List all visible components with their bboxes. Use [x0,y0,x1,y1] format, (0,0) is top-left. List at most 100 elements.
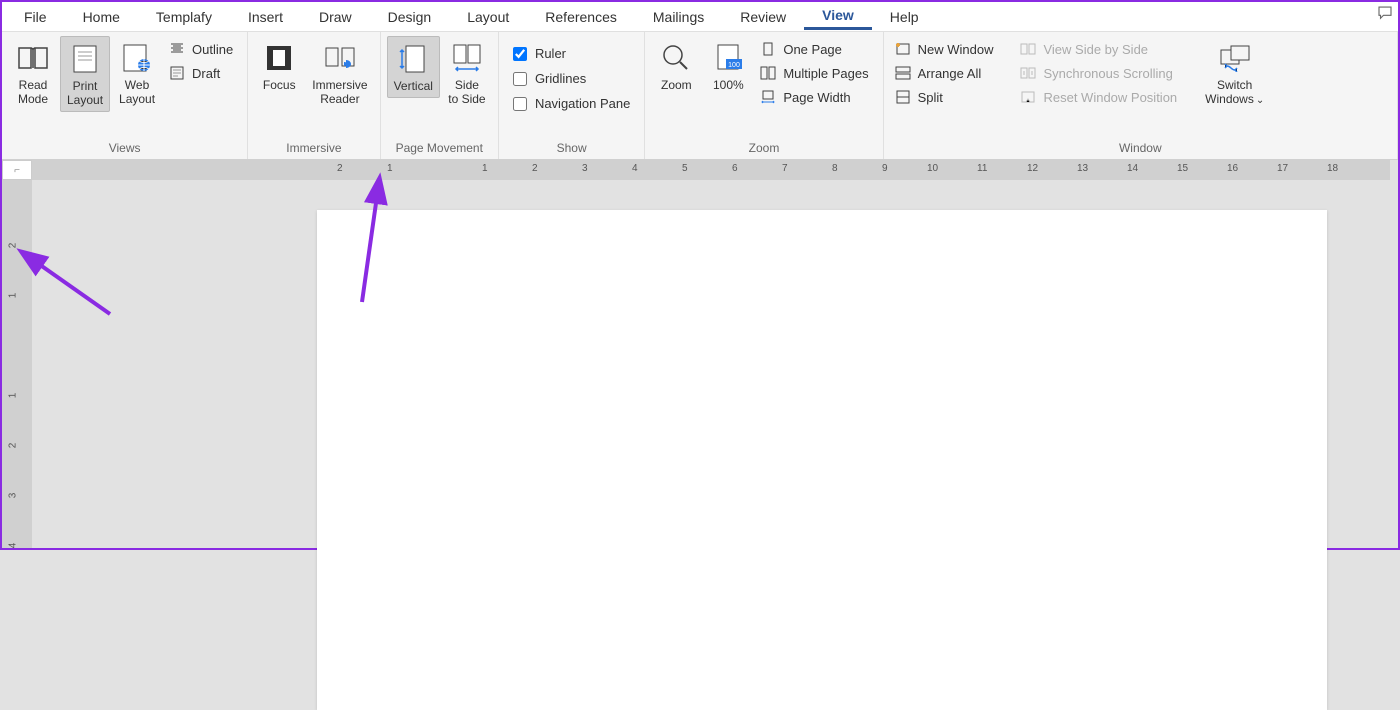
vertical-button[interactable]: Vertical [387,36,440,98]
print-layout-label: PrintLayout [67,79,103,107]
immersive-reader-label: ImmersiveReader [312,78,367,106]
web-layout-label: WebLayout [119,78,155,106]
menu-review[interactable]: Review [722,5,804,29]
menu-layout[interactable]: Layout [449,5,527,29]
ruler-corner[interactable]: ⌐ [2,160,32,180]
ribbon: ReadMode PrintLayout WebLayout Outline [2,32,1398,160]
group-page-movement-label: Page Movement [387,139,492,157]
sync-scroll-icon [1019,65,1037,81]
split-icon [894,89,912,105]
outline-button[interactable]: Outline [164,38,241,60]
web-layout-button[interactable]: WebLayout [112,36,162,110]
reset-position-icon [1019,89,1037,105]
arrange-all-label: Arrange All [918,66,982,81]
menu-home[interactable]: Home [65,5,138,29]
focus-label: Focus [263,78,296,92]
new-window-icon [894,41,912,57]
menu-help[interactable]: Help [872,5,937,29]
side-to-side-label: Sideto Side [448,78,485,106]
read-mode-button[interactable]: ReadMode [8,36,58,110]
one-page-icon [759,41,777,57]
group-zoom-label: Zoom [651,139,876,157]
multiple-pages-icon [759,65,777,81]
ruler-label: Ruler [535,46,566,61]
side-by-side-icon [1019,41,1037,57]
zoom-button[interactable]: Zoom [651,36,701,96]
zoom-icon [661,40,691,76]
sync-scroll-button: Synchronous Scrolling [1015,62,1185,84]
ruler-checkbox-input[interactable] [513,47,527,61]
menu-mailings[interactable]: Mailings [635,5,722,29]
group-window-label: Window [890,139,1391,157]
side-by-side-label: View Side by Side [1043,42,1148,57]
outline-icon [168,41,186,57]
outline-label: Outline [192,42,233,57]
draft-button[interactable]: Draft [164,62,241,84]
draft-icon [168,65,186,81]
switch-windows-label: SwitchWindows⌄ [1205,78,1264,108]
group-show-label: Show [505,139,638,157]
immersive-reader-icon [324,40,356,76]
ruler-checkbox[interactable]: Ruler [505,42,638,65]
gridlines-checkbox-input[interactable] [513,72,527,86]
page-width-button[interactable]: Page Width [755,86,876,108]
new-window-button[interactable]: New Window [890,38,1002,60]
group-show: Ruler Gridlines Navigation Pane Show [499,32,645,159]
hruler-numbers: 2 1 1 2 3 4 5 6 7 8 9 10 11 12 13 14 15 … [32,160,1390,180]
document-page[interactable] [317,210,1327,710]
multiple-pages-label: Multiple Pages [783,66,868,81]
group-immersive-label: Immersive [254,139,373,157]
switch-windows-icon [1219,40,1251,76]
new-window-label: New Window [918,42,994,57]
side-to-side-button[interactable]: Sideto Side [442,36,492,110]
group-zoom: Zoom 100 100% One Page Multiple Pages Pa… [645,32,883,159]
sync-scroll-label: Synchronous Scrolling [1043,66,1172,81]
navpane-checkbox-input[interactable] [513,97,527,111]
split-button[interactable]: Split [890,86,1002,108]
split-label: Split [918,90,943,105]
arrange-all-icon [894,65,912,81]
reset-position-button: Reset Window Position [1015,86,1185,108]
group-page-movement: Vertical Sideto Side Page Movement [381,32,499,159]
menu-templafy[interactable]: Templafy [138,5,230,29]
menu-file[interactable]: File [6,5,65,29]
group-window: New Window Arrange All Split View Side b… [884,32,1398,159]
comments-icon[interactable] [1376,4,1394,22]
menu-design[interactable]: Design [370,5,450,29]
side-by-side-button: View Side by Side [1015,38,1185,60]
group-immersive: Focus ImmersiveReader Immersive [248,32,380,159]
svg-text:100: 100 [729,62,741,69]
print-layout-icon [70,41,100,77]
gridlines-label: Gridlines [535,71,586,86]
menu-insert[interactable]: Insert [230,5,301,29]
web-layout-icon [122,40,152,76]
navpane-label: Navigation Pane [535,96,630,111]
print-layout-button[interactable]: PrintLayout [60,36,110,112]
menu-view[interactable]: View [804,3,872,30]
horizontal-ruler[interactable]: 2 1 1 2 3 4 5 6 7 8 9 10 11 12 13 14 15 … [32,160,1390,180]
read-mode-icon [17,40,49,76]
page-width-icon [759,89,777,105]
one-page-label: One Page [783,42,842,57]
zoom-100-label: 100% [713,78,744,92]
multiple-pages-button[interactable]: Multiple Pages [755,62,876,84]
vertical-label: Vertical [394,79,433,93]
vertical-ruler[interactable]: ⌐ 2 1 1 2 3 4 [2,160,32,548]
zoom-100-button[interactable]: 100 100% [703,36,753,96]
navpane-checkbox[interactable]: Navigation Pane [505,92,638,115]
zoom-label: Zoom [661,78,692,92]
gridlines-checkbox[interactable]: Gridlines [505,67,638,90]
workspace: ⌐ 2 1 1 2 3 4 2 1 1 2 3 4 5 6 7 8 9 10 1… [2,160,1398,548]
page-width-label: Page Width [783,90,850,105]
menu-draw[interactable]: Draw [301,5,370,29]
focus-icon [265,40,293,76]
one-page-button[interactable]: One Page [755,38,876,60]
arrange-all-button[interactable]: Arrange All [890,62,1002,84]
immersive-reader-button[interactable]: ImmersiveReader [306,36,373,110]
draft-label: Draft [192,66,220,81]
switch-windows-button[interactable]: SwitchWindows⌄ [1199,36,1270,112]
focus-button[interactable]: Focus [254,36,304,96]
group-views-label: Views [8,139,241,157]
vertical-icon [398,41,428,77]
menu-references[interactable]: References [527,5,635,29]
